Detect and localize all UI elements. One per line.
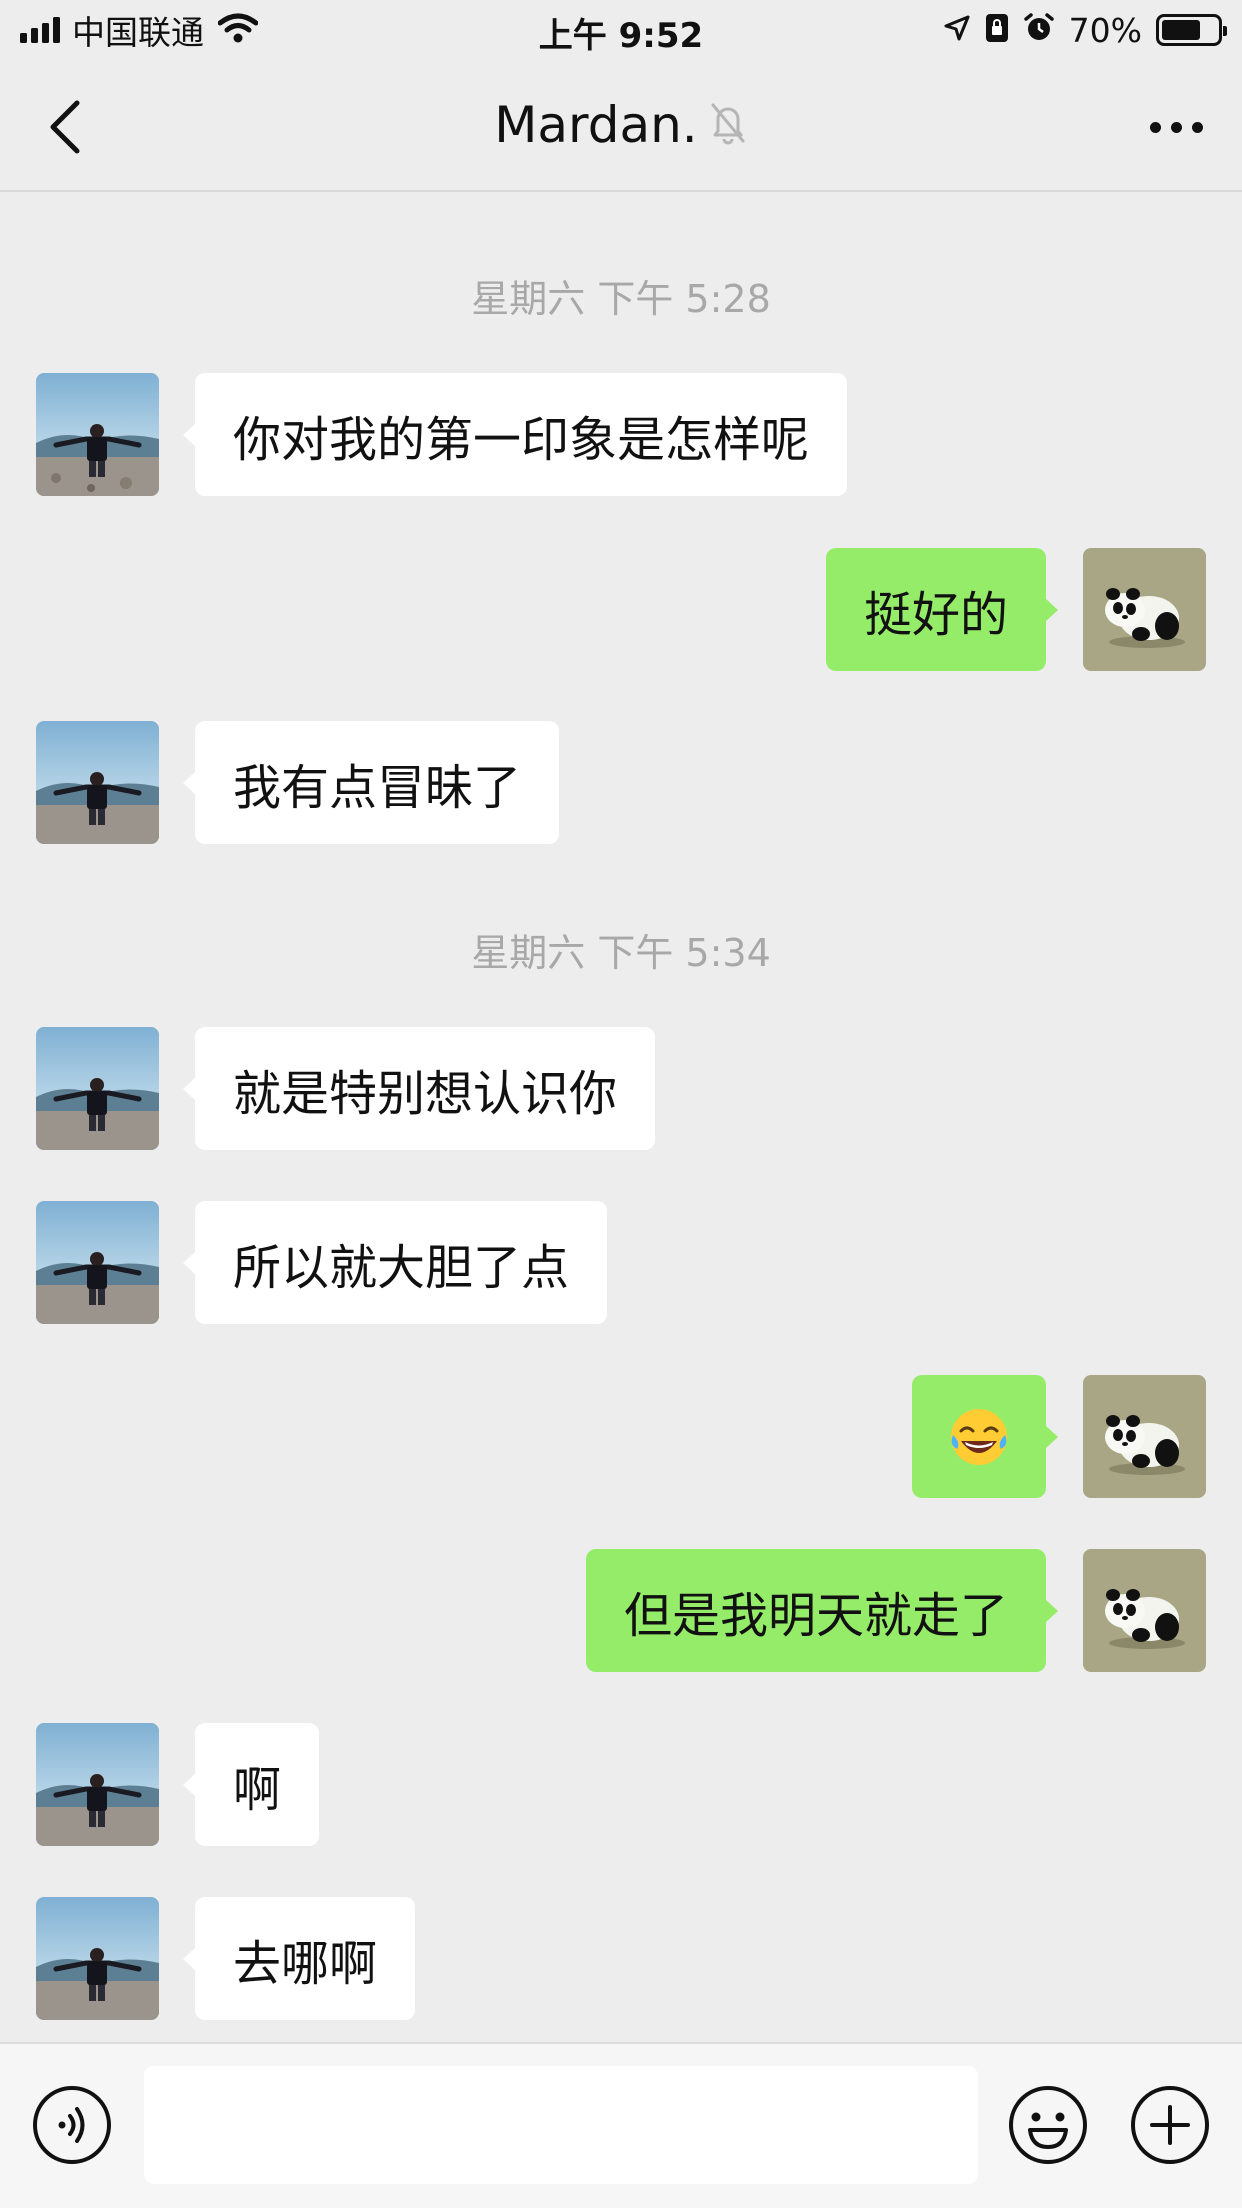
self-avatar[interactable] bbox=[1083, 1549, 1206, 1672]
incoming-message-bubble[interactable]: 就是特别想认识你 bbox=[182, 1027, 656, 1150]
battery-percent: 70% bbox=[1068, 10, 1142, 50]
chat-title: Mardan. bbox=[494, 96, 698, 154]
input-bar bbox=[0, 2042, 1242, 2208]
message-input[interactable] bbox=[144, 2066, 978, 2184]
message-text: 所以就大胆了点 bbox=[233, 1239, 570, 1296]
contact-avatar[interactable] bbox=[36, 373, 159, 496]
plus-icon bbox=[1131, 2086, 1209, 2164]
self-avatar[interactable] bbox=[1083, 1375, 1206, 1498]
emoji-button[interactable] bbox=[1008, 2085, 1088, 2165]
status-right: 70% bbox=[943, 10, 1227, 50]
incoming-message-bubble[interactable]: 我有点冒昧了 bbox=[182, 721, 560, 844]
timestamp: 星期六 下午 5:34 bbox=[471, 931, 771, 975]
message-text: 挺好的 bbox=[863, 586, 1008, 643]
voice-icon bbox=[33, 2086, 111, 2164]
laughing-tears-emoji bbox=[951, 1408, 1007, 1465]
emoji-icon bbox=[1009, 2086, 1087, 2164]
bell-slash-icon bbox=[708, 101, 748, 149]
incoming-message-bubble[interactable]: 去哪啊 bbox=[182, 1897, 416, 2020]
portrait-lock-icon bbox=[985, 13, 1009, 47]
alarm-icon bbox=[1023, 12, 1055, 48]
message-text: 啊 bbox=[233, 1761, 282, 1818]
message-text: 就是特别想认识你 bbox=[233, 1065, 618, 1122]
self-avatar[interactable] bbox=[1083, 548, 1206, 671]
incoming-message-bubble[interactable]: 你对我的第一印象是怎样呢 bbox=[182, 373, 848, 496]
incoming-message-bubble[interactable]: 所以就大胆了点 bbox=[182, 1201, 608, 1324]
timestamp: 星期六 下午 5:28 bbox=[471, 277, 771, 321]
contact-avatar[interactable] bbox=[36, 1027, 159, 1150]
message-text: 你对我的第一印象是怎样呢 bbox=[233, 411, 810, 468]
outgoing-message-bubble[interactable]: 但是我明天就走了 bbox=[585, 1549, 1059, 1672]
battery-icon bbox=[1156, 14, 1227, 46]
add-button[interactable] bbox=[1130, 2085, 1210, 2165]
message-text: 去哪啊 bbox=[233, 1935, 378, 1992]
location-arrow-icon bbox=[943, 14, 971, 46]
message-text: 我有点冒昧了 bbox=[233, 759, 522, 816]
nav-bar: Mardan. bbox=[0, 62, 1242, 192]
status-bar: 中国联通 上午 9:52 70% bbox=[0, 0, 1242, 62]
outgoing-message-bubble[interactable]: 挺好的 bbox=[825, 548, 1059, 671]
contact-avatar[interactable] bbox=[36, 721, 159, 844]
contact-avatar[interactable] bbox=[36, 1723, 159, 1846]
outgoing-emoji-bubble[interactable] bbox=[912, 1375, 1058, 1498]
nav-title-group: Mardan. bbox=[0, 96, 1242, 154]
more-options-button[interactable] bbox=[1136, 102, 1216, 152]
message-text: 但是我明天就走了 bbox=[623, 1587, 1008, 1644]
contact-avatar[interactable] bbox=[36, 1201, 159, 1324]
voice-button[interactable] bbox=[32, 2085, 112, 2165]
contact-avatar[interactable] bbox=[36, 1897, 159, 2020]
incoming-message-bubble[interactable]: 啊 bbox=[182, 1723, 320, 1846]
